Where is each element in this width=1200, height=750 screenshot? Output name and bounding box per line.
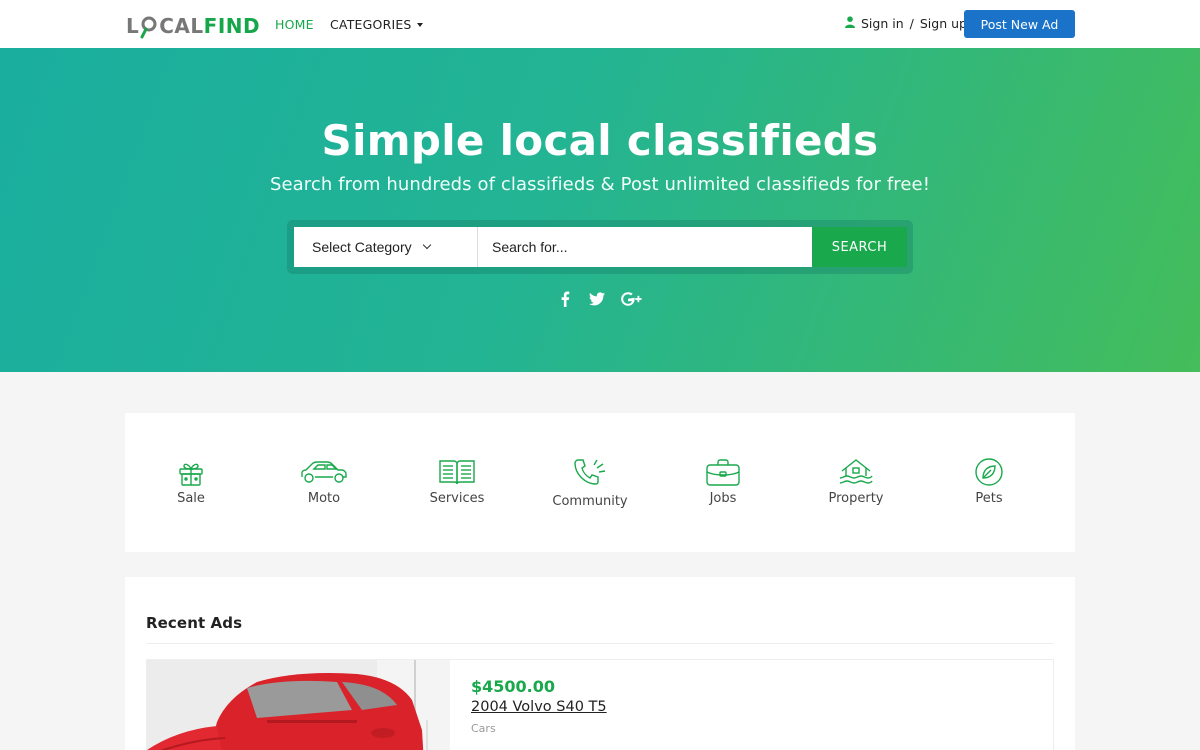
hero-title: Simple local classifieds bbox=[321, 116, 879, 165]
phone-icon bbox=[574, 459, 606, 485]
leaf-icon bbox=[975, 458, 1003, 486]
ad-price: $4500.00 bbox=[471, 677, 556, 696]
signup-label[interactable]: Sign up bbox=[920, 16, 967, 31]
category-services-label: Services bbox=[429, 491, 485, 506]
category-moto-label: Moto bbox=[307, 491, 341, 506]
category-pets[interactable]: Pets bbox=[939, 457, 1039, 506]
twitter-icon[interactable] bbox=[588, 290, 606, 308]
search-button[interactable]: SEARCH bbox=[812, 227, 907, 267]
category-services[interactable]: Services bbox=[407, 457, 507, 506]
briefcase-icon bbox=[706, 459, 740, 486]
ad-card[interactable]: $4500.00 2004 Volvo S40 T5 Cars bbox=[146, 659, 1054, 750]
category-property[interactable]: Property bbox=[806, 457, 906, 506]
magnifier-icon bbox=[140, 15, 158, 39]
logo-text-find: FIND bbox=[203, 14, 261, 38]
ad-category: Cars bbox=[471, 722, 496, 735]
category-jobs[interactable]: Jobs bbox=[673, 457, 773, 506]
facebook-icon[interactable] bbox=[556, 290, 574, 308]
recent-ads-section: Recent Ads $4500.00 2004 Volvo S40 T5 Ca… bbox=[125, 577, 1075, 750]
recent-ads-title: Recent Ads bbox=[146, 614, 243, 632]
search-bar: Select Category SEARCH bbox=[294, 227, 907, 267]
top-navbar: L CAL FIND HOME CATEGORIES Sign in / Sig… bbox=[0, 0, 1200, 48]
user-icon bbox=[845, 16, 855, 31]
localfind-logo[interactable]: L CAL FIND bbox=[126, 12, 260, 40]
search-bar-container: Select Category SEARCH bbox=[287, 220, 913, 274]
category-sale-label: Sale bbox=[177, 491, 205, 506]
caret-down-icon bbox=[416, 22, 423, 27]
category-pets-label: Pets bbox=[975, 491, 1003, 506]
hero-section: Simple local classifieds Search from hun… bbox=[0, 48, 1200, 372]
social-links bbox=[0, 290, 1200, 308]
signin-signup-link[interactable]: Sign in / Sign up bbox=[845, 16, 967, 31]
house-icon bbox=[839, 459, 873, 484]
nav-categories-label: CATEGORIES bbox=[330, 17, 412, 32]
search-input[interactable] bbox=[478, 227, 812, 267]
book-icon bbox=[439, 460, 475, 485]
nav-categories-dropdown[interactable]: CATEGORIES bbox=[330, 17, 423, 32]
google-plus-icon[interactable] bbox=[620, 290, 644, 308]
category-select-label: Select Category bbox=[312, 239, 412, 255]
category-property-label: Property bbox=[828, 491, 884, 506]
post-new-ad-button[interactable]: Post New Ad bbox=[964, 10, 1075, 38]
signin-separator: / bbox=[909, 16, 914, 31]
category-jobs-label: Jobs bbox=[709, 491, 737, 506]
category-community[interactable]: Community bbox=[540, 457, 640, 509]
logo-text-cal: CAL bbox=[159, 14, 204, 38]
hero-subtitle: Search from hundreds of classifieds & Po… bbox=[269, 174, 931, 195]
car-icon bbox=[301, 461, 347, 483]
category-sale[interactable]: Sale bbox=[141, 457, 241, 506]
ad-title-link[interactable]: 2004 Volvo S40 T5 bbox=[471, 699, 607, 715]
category-select[interactable]: Select Category bbox=[294, 227, 478, 267]
ad-thumbnail[interactable] bbox=[147, 660, 450, 750]
category-community-label: Community bbox=[552, 494, 628, 509]
divider bbox=[146, 643, 1054, 644]
category-moto[interactable]: Moto bbox=[274, 457, 374, 506]
nav-home-link[interactable]: HOME bbox=[275, 17, 314, 32]
gift-icon bbox=[179, 463, 203, 486]
logo-text-l: L bbox=[126, 14, 140, 38]
signin-label[interactable]: Sign in bbox=[861, 16, 904, 31]
categories-card: Sale Moto Services Community Jobs Proper… bbox=[125, 413, 1075, 552]
chevron-down-icon bbox=[422, 240, 431, 250]
